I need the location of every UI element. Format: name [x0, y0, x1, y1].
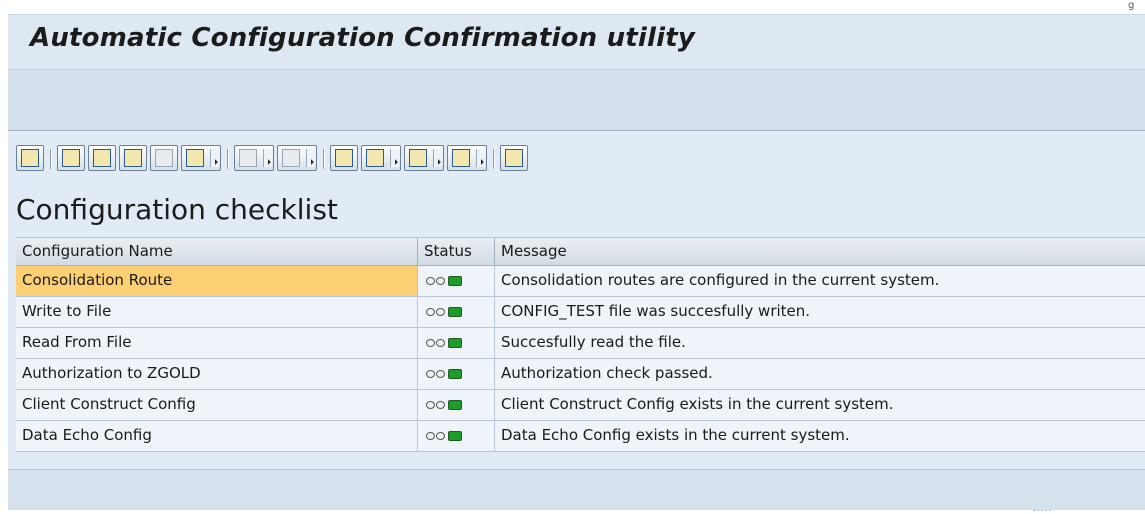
details-button[interactable] [16, 145, 44, 171]
cell-configuration-name[interactable]: Read From File [16, 328, 418, 358]
report-area: Configuration checklist Configuration Na… [8, 131, 1145, 514]
subtotal-icon [282, 149, 300, 167]
export-button[interactable] [404, 145, 444, 171]
find-next-icon [155, 149, 173, 167]
layout-dropdown-arrow[interactable] [476, 149, 485, 167]
table-row[interactable]: Read From File Succesfully read the file… [16, 328, 1145, 359]
traffic-light-green-icon [426, 399, 466, 411]
cell-message: Consolidation routes are configured in t… [501, 271, 940, 289]
filter-dropdown-arrow[interactable] [210, 149, 219, 167]
toolbar-separator [493, 149, 495, 169]
total-button[interactable] [234, 145, 274, 171]
sort-ascending-button[interactable] [57, 145, 85, 171]
find-next-button[interactable] [150, 145, 178, 171]
sort-descending-button[interactable] [88, 145, 116, 171]
find-button[interactable] [119, 145, 147, 171]
filter-button[interactable] [181, 145, 221, 171]
cell-message: Succesfully read the file. [501, 333, 686, 351]
total-icon [239, 149, 257, 167]
application-toolbar [8, 69, 1145, 131]
cell-status [418, 421, 495, 451]
graphic-icon [505, 149, 523, 167]
subtotal-button[interactable] [277, 145, 317, 171]
title-bar: Automatic Configuration Confirmation uti… [8, 14, 1145, 69]
views-button[interactable] [361, 145, 401, 171]
alv-toolbar [8, 145, 1145, 173]
graphic-button[interactable] [500, 145, 528, 171]
table-header: Configuration Name Status Message [16, 237, 1145, 266]
views-icon [366, 149, 384, 167]
cell-status [418, 297, 495, 327]
cell-status [418, 390, 495, 420]
cell-status [418, 266, 495, 296]
sort-ascending-icon [62, 149, 80, 167]
cell-message: Data Echo Config exists in the current s… [501, 426, 850, 444]
sap-window: g Automatic Configuration Confirmation u… [0, 0, 1145, 514]
report-heading: Configuration checklist [16, 193, 338, 226]
find-icon [124, 149, 142, 167]
traffic-light-green-icon [426, 430, 466, 442]
cell-configuration-name[interactable]: Write to File [16, 297, 418, 327]
subtotal-dropdown-arrow[interactable] [306, 149, 315, 167]
column-header-configuration-name[interactable]: Configuration Name [16, 238, 418, 266]
cell-message: Client Construct Config exists in the cu… [501, 395, 894, 413]
column-header-message[interactable]: Message [495, 238, 1145, 266]
window-corner-glyph: g [1128, 0, 1135, 11]
table-row[interactable]: Authorization to ZGOLD Authorization che… [16, 359, 1145, 390]
print-button[interactable] [330, 145, 358, 171]
table-row[interactable]: Client Construct Config Client Construct… [16, 390, 1145, 421]
traffic-light-green-icon [426, 337, 466, 349]
traffic-light-green-icon [426, 306, 466, 318]
status-footer: ..... [8, 469, 1145, 514]
sort-descending-icon [93, 149, 111, 167]
column-header-status[interactable]: Status [418, 238, 495, 266]
table-row[interactable]: Data Echo Config Data Echo Config exists… [16, 421, 1145, 452]
table-row[interactable]: Consolidation Route Consolidation routes… [16, 266, 1145, 297]
export-dropdown-arrow[interactable] [433, 149, 442, 167]
cell-configuration-name[interactable]: Authorization to ZGOLD [16, 359, 418, 389]
cell-message: Authorization check passed. [501, 364, 713, 382]
layout-button[interactable] [447, 145, 487, 171]
cell-message: CONFIG_TEST file was succesfully writen. [501, 302, 811, 320]
details-icon [21, 149, 39, 167]
table-row[interactable]: Write to File CONFIG_TEST file was succe… [16, 297, 1145, 328]
cell-configuration-name[interactable]: Consolidation Route [16, 266, 418, 296]
toolbar-separator [50, 149, 52, 169]
views-dropdown-arrow[interactable] [390, 149, 399, 167]
cell-status [418, 328, 495, 358]
resize-grip-icon[interactable]: ..... [1033, 504, 1052, 514]
toolbar-separator [323, 149, 325, 169]
traffic-light-green-icon [426, 368, 466, 380]
window-title: Automatic Configuration Confirmation uti… [30, 23, 696, 53]
print-icon [335, 149, 353, 167]
toolbar-separator [227, 149, 229, 169]
layout-icon [452, 149, 470, 167]
cell-configuration-name[interactable]: Data Echo Config [16, 421, 418, 451]
total-dropdown-arrow[interactable] [263, 149, 272, 167]
filter-icon [186, 149, 204, 167]
cell-status [418, 359, 495, 389]
cell-configuration-name[interactable]: Client Construct Config [16, 390, 418, 420]
export-icon [409, 149, 427, 167]
traffic-light-green-icon [426, 275, 466, 287]
